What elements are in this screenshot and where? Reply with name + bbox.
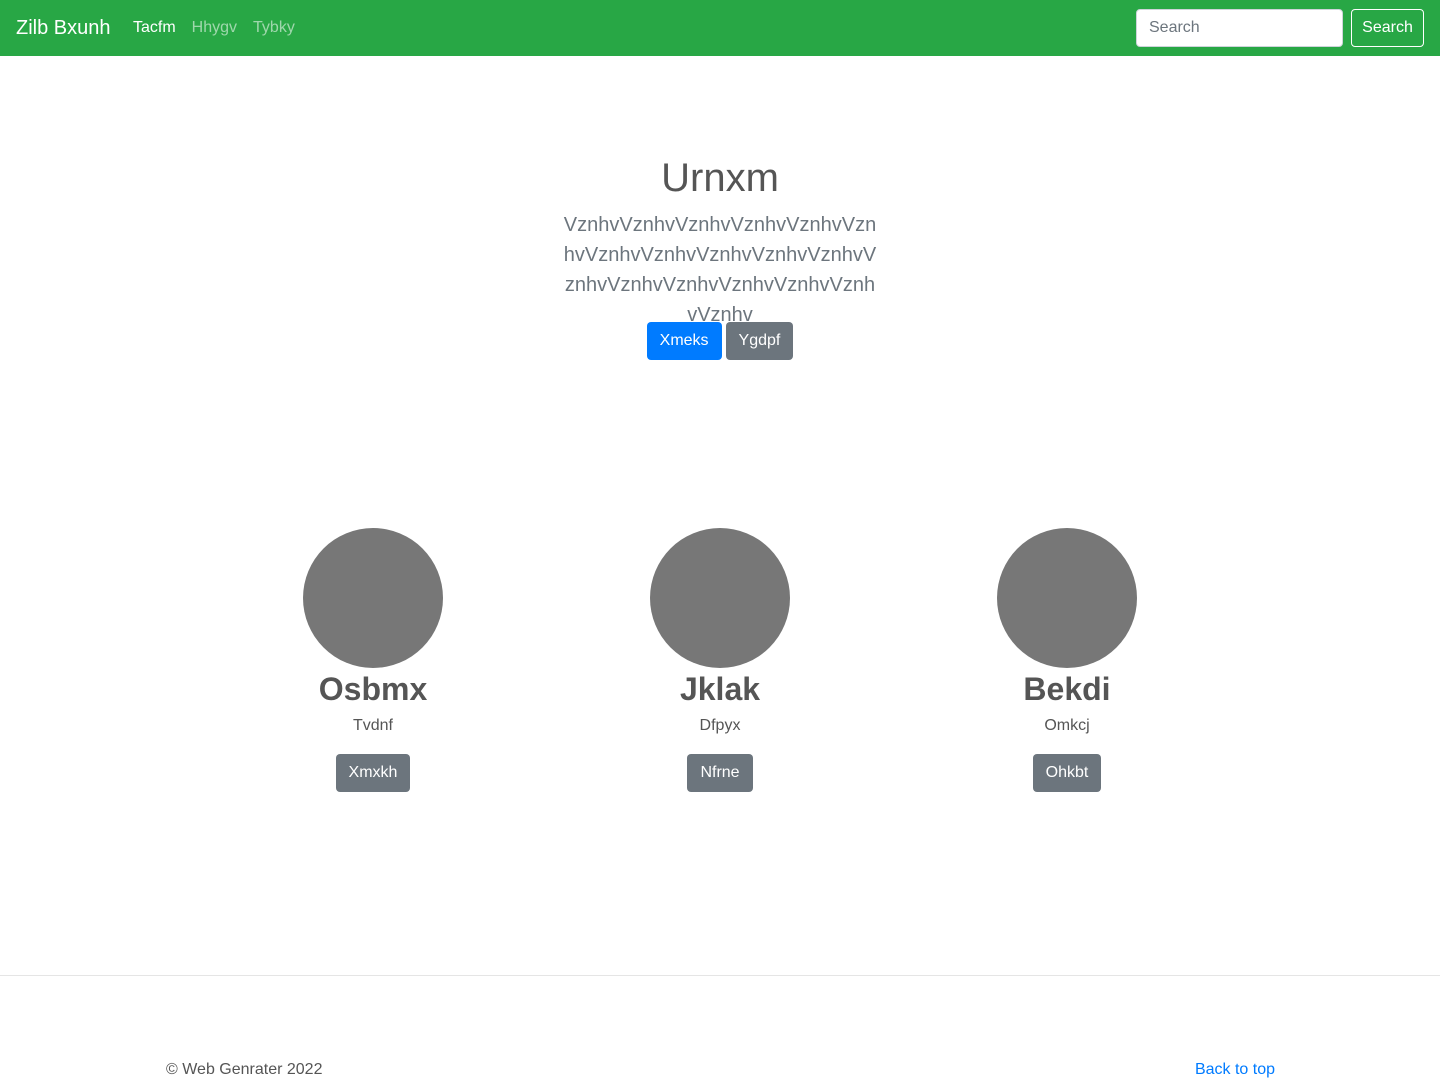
card-subtitle: Omkcj (1044, 717, 1090, 734)
card-name: Bekdi (1023, 671, 1111, 707)
card-button[interactable]: Ohkbt (1032, 754, 1102, 792)
card-1: Osbmx Tvdnf Xmxkh (253, 528, 493, 792)
copyright-text: © Web Genrater 2022 (166, 1061, 323, 1078)
hero-title: Urnxm (661, 156, 779, 200)
card-2: Jklak Dfpyx Nfrne (600, 528, 840, 792)
card-subtitle: Dfpyx (699, 717, 741, 734)
nav-link-tacfm[interactable]: Tacfm (133, 18, 176, 38)
navbar: Zilb Bxunh Tacfm Hhygv Tybky Search (0, 0, 1440, 56)
card-subtitle: Tvdnf (352, 717, 393, 734)
card-3: Bekdi Omkcj Ohkbt (947, 528, 1187, 792)
back-to-top-link[interactable]: Back to top (1195, 1060, 1275, 1080)
nav-links: Tacfm Hhygv Tybky (133, 18, 311, 38)
nav-link-tybky[interactable]: Tybky (253, 18, 295, 38)
search-input[interactable] (1136, 9, 1343, 47)
hero-secondary-button[interactable]: Ygdpf (725, 322, 794, 360)
card-button[interactable]: Nfrne (687, 754, 753, 792)
card-name: Jklak (679, 671, 761, 707)
nav-link-hhygv[interactable]: Hhygv (192, 18, 237, 38)
avatar (303, 528, 443, 668)
hero-text: VznhvVznhvVznhvVznhvVznhvVznhvVznhvVznhv… (563, 214, 877, 326)
footer-divider (0, 975, 1440, 976)
hero-primary-button[interactable]: Xmeks (646, 322, 722, 360)
brand-logo[interactable]: Zilb Bxunh (16, 15, 111, 41)
search-button[interactable]: Search (1351, 9, 1424, 47)
avatar (650, 528, 790, 668)
card-name: Osbmx (318, 671, 428, 707)
card-button[interactable]: Xmxkh (335, 754, 411, 792)
hero-buttons: Xmeks Ygdpf (0, 322, 1440, 360)
avatar (997, 528, 1137, 668)
